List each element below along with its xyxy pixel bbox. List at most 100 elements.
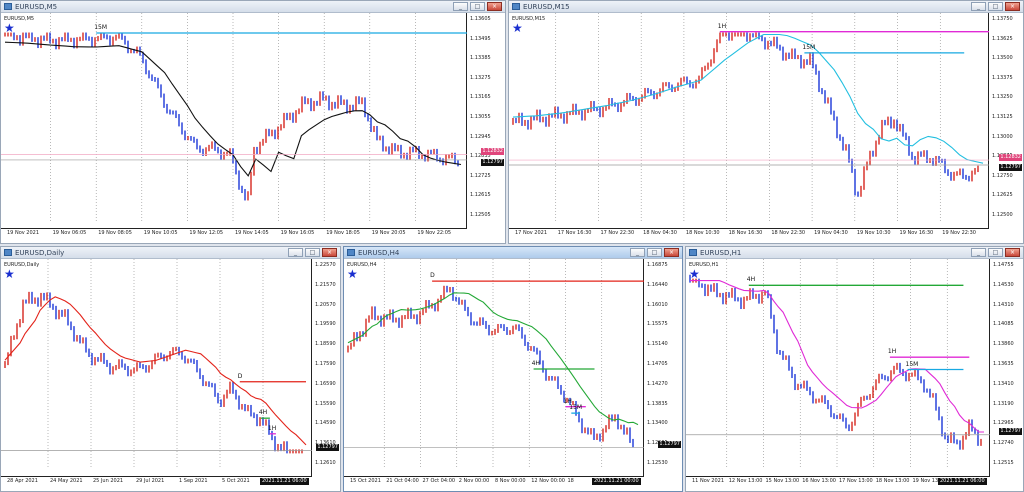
window-controls: _ □ × (453, 2, 502, 11)
time-axis-label: 21 Oct 04:00 (386, 478, 419, 484)
price-axis-label: 1.13400 (647, 420, 668, 427)
price-axis-label: 1.13250 (992, 94, 1013, 101)
time-axis-label: 18 Nov 16:30 (728, 230, 763, 236)
time-axis-label: 29 Jul 2021 (136, 478, 165, 484)
window-title: EURUSD,H4 (358, 249, 400, 257)
time-axis-label: 18 Nov 13:00 (875, 478, 910, 484)
window-controls: _ □ × (971, 2, 1020, 11)
close-button[interactable]: × (487, 2, 502, 11)
price-tag: 1.12797 (658, 440, 681, 448)
price-axis-label: 1.14270 (647, 380, 668, 387)
maximize-button[interactable]: □ (305, 248, 320, 257)
moving-average-line (4, 296, 307, 446)
chart-plot[interactable] (1, 13, 467, 229)
price-axis-label: 1.12740 (993, 440, 1014, 447)
window-controls: _ □ × (630, 248, 679, 257)
chart-window-m15[interactable]: EURUSD,M15 _ □ × EURUSD,M15 ★ 1H 15M 1.137… (508, 0, 1024, 244)
minimize-button[interactable]: _ (630, 248, 645, 257)
time-axis-label: 1 Sep 2021 (179, 478, 208, 484)
price-axis-label: 1.15575 (647, 321, 668, 328)
time-axis-label: 19 Nov 10:05 (143, 230, 178, 236)
price-axis-label: 1.13165 (470, 94, 491, 101)
time-axis-label: 19 Nov 22:05 (417, 230, 452, 236)
level-label: 15M (94, 23, 107, 31)
time-axis-label: 12 Nov 13:00 (728, 478, 763, 484)
minimize-button[interactable]: _ (971, 2, 986, 11)
close-button[interactable]: × (1005, 2, 1020, 11)
star-icon: ★ (4, 267, 15, 281)
price-axis-label: 1.16875 (647, 262, 668, 268)
minimize-button[interactable]: _ (288, 248, 303, 257)
maximize-button[interactable]: □ (988, 2, 1003, 11)
window-titlebar[interactable]: EURUSD,Daily _ □ × (1, 247, 340, 259)
maximize-button[interactable]: □ (470, 2, 485, 11)
price-chart-svg (1, 13, 467, 221)
window-title: EURUSD,M15 (523, 3, 570, 11)
time-axis-label: 18 (567, 478, 574, 484)
window-titlebar[interactable]: EURUSD,H4 _ □ × (344, 247, 682, 259)
chart-window-daily[interactable]: EURUSD,Daily _ □ × EURUSD,Daily ★ D 4H 1H 1… (0, 246, 341, 492)
time-axis-label: 17 Nov 2021 (515, 230, 548, 236)
time-axis-label: 11 Nov 2021 (692, 478, 725, 484)
time-axis-label: 19 Nov 06:05 (52, 230, 87, 236)
price-axis-label: 1.13385 (470, 55, 491, 62)
price-axis-label: 1.21570 (315, 281, 336, 288)
price-chart-svg (1, 259, 312, 469)
price-axis-label: 1.12725 (470, 172, 491, 179)
time-axis-label: 19 Nov 20:05 (371, 230, 406, 236)
price-axis-label: 1.12610 (315, 460, 336, 466)
window-controls: _ □ × (971, 248, 1020, 257)
price-axis-label: 1.16440 (647, 281, 668, 288)
price-axis-label: 1.20570 (315, 301, 336, 308)
level-label: 15M (802, 43, 816, 51)
star-icon: ★ (512, 21, 523, 35)
price-axis-label: 1.14310 (993, 301, 1014, 308)
price-tag: 1.12797 (999, 428, 1022, 436)
price-axis-label: 1.14705 (647, 361, 668, 367)
price-axis-label: 1.12505 (470, 212, 491, 218)
window-titlebar[interactable]: EURUSD,M15 _ □ × (509, 1, 1023, 13)
time-axis-label: 15 Oct 2021 (350, 478, 381, 484)
time-axis-label: 17 Nov 22:30 (600, 230, 635, 236)
price-axis-label: 1.13125 (992, 114, 1013, 120)
level-label: 4H (258, 409, 268, 417)
chart-plot[interactable] (344, 259, 644, 477)
level-label: 4H (531, 359, 540, 367)
price-axis-label: 1.15590 (315, 400, 336, 407)
chart-plot[interactable] (509, 13, 989, 229)
price-axis-label: 1.13750 (992, 16, 1013, 22)
maximize-button[interactable]: □ (647, 248, 662, 257)
price-axis-label: 1.12750 (992, 172, 1013, 179)
chart-window-m5[interactable]: EURUSD,M5 _ □ × EURUSD,M5 ★ 15M 1.13605 1.… (0, 0, 506, 244)
price-axis-label: 1.13275 (470, 74, 491, 81)
close-button[interactable]: × (664, 248, 679, 257)
price-axis-label: 1.18590 (315, 341, 336, 348)
level-label: 1H (887, 348, 897, 356)
level-label: D (237, 372, 243, 380)
chart-icon (689, 249, 697, 256)
chart-plot[interactable] (1, 259, 312, 477)
time-axis-label: 15 Nov 13:00 (765, 478, 800, 484)
star-icon: ★ (347, 267, 358, 281)
time-axis-label: 17 Nov 16:30 (557, 230, 592, 236)
price-axis-label: 1.13500 (992, 55, 1013, 62)
price-axis-label: 1.13410 (993, 380, 1014, 387)
price-axis-label: 1.14755 (993, 262, 1014, 268)
window-titlebar[interactable]: EURUSD,H1 _ □ × (686, 247, 1023, 259)
minimize-button[interactable]: _ (453, 2, 468, 11)
price-tag: 1.12832 (481, 147, 504, 155)
maximize-button[interactable]: □ (988, 248, 1003, 257)
crosshair-time-label: 2021.11.21 06:00 (260, 478, 309, 485)
close-button[interactable]: × (1005, 248, 1020, 257)
time-axis-label: 18 Nov 04:30 (643, 230, 677, 236)
minimize-button[interactable]: _ (971, 248, 986, 257)
chart-plot[interactable] (686, 259, 990, 477)
chart-window-h4[interactable]: EURUSD,H4 _ □ × EURUSD,H4 ★ D 4H 1H 15M 1.16… (343, 246, 683, 492)
chart-window-h1[interactable]: EURUSD,H1 _ □ × EURUSD,H1 ★ 4H 1H 15M 1.147… (685, 246, 1024, 492)
price-axis-label: 1.16590 (315, 380, 336, 387)
close-button[interactable]: × (322, 248, 337, 257)
moving-average-line (512, 33, 984, 164)
price-axis-label: 1.12515 (993, 460, 1014, 466)
price-axis-label: 1.14590 (315, 420, 336, 427)
window-titlebar[interactable]: EURUSD,M5 _ □ × (1, 1, 505, 13)
